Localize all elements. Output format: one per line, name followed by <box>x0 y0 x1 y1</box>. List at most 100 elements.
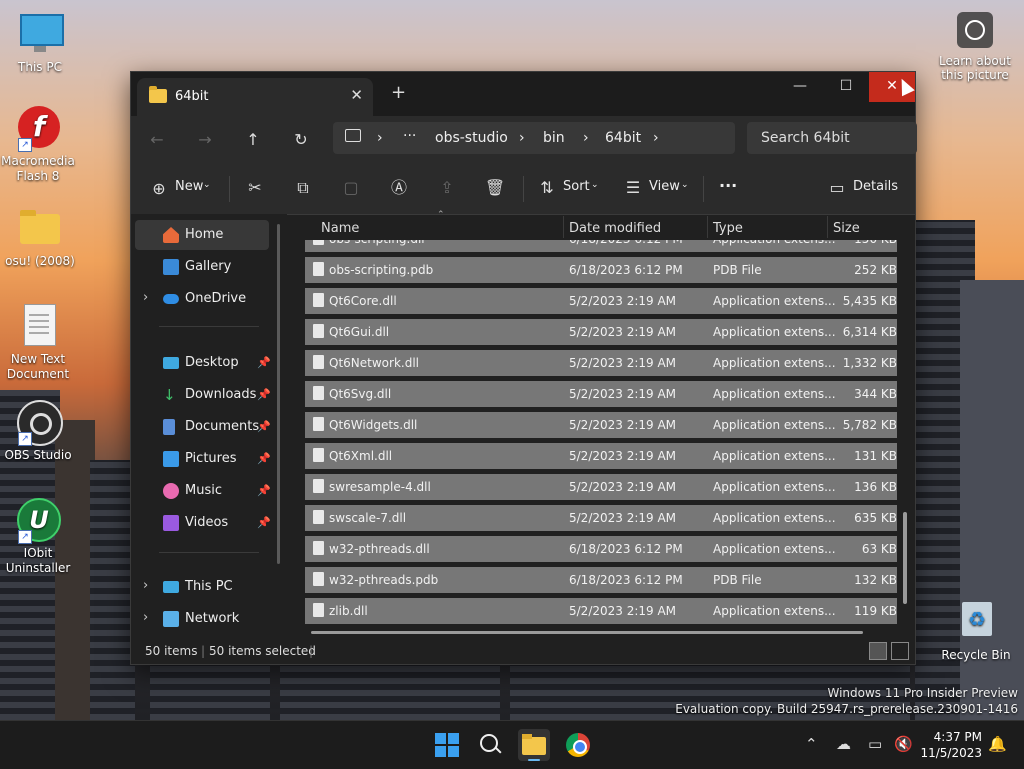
breadcrumb-more-button[interactable]: ··· <box>403 128 416 144</box>
divider <box>523 176 524 202</box>
desktop-icon-recycle-bin[interactable]: ♻ Recycle Bin <box>938 600 1014 663</box>
back-button[interactable]: ← <box>143 126 171 154</box>
file-row[interactable]: zlib.dll 5/2/2023 2:19 AM Application exte… <box>305 598 897 624</box>
recycle-bin-icon: ♻ <box>954 600 998 644</box>
clock[interactable]: 4:37 PM 11/5/2023 <box>920 729 982 761</box>
tab-close-button[interactable]: ✕ <box>350 86 363 104</box>
desktop-icon-iobit-uninstaller[interactable]: U ↗ IObit Uninstaller <box>0 498 76 576</box>
search-input[interactable]: Search 64bit <box>747 122 917 154</box>
desktop-icon-label: osu! (2008) <box>5 254 75 268</box>
file-row[interactable]: swscale-7.dll 5/2/2023 2:19 AM Application… <box>305 505 897 531</box>
desktop-icon-macromedia-flash[interactable]: f ↗ Macromedia Flash 8 <box>0 106 76 184</box>
onedrive-status-icon[interactable]: ☁ <box>836 735 851 753</box>
share-icon[interactable]: ⇪ <box>435 176 459 200</box>
start-button[interactable] <box>431 729 463 761</box>
tab-64bit[interactable]: 64bit ✕ <box>137 78 373 116</box>
chevron-right-icon[interactable]: › <box>143 578 148 593</box>
file-row[interactable]: obs-scripting.pdb 6/18/2023 6:12 PM PDB Fi… <box>305 257 897 283</box>
search-icon[interactable] <box>474 729 506 761</box>
breadcrumb-obs-studio[interactable]: obs-studio <box>435 130 508 146</box>
sort-button[interactable]: Sort <box>563 179 590 194</box>
maximize-button[interactable]: ☐ <box>823 72 869 102</box>
file-row[interactable]: Qt6Network.dll 5/2/2023 2:19 AM Applicatio… <box>305 350 897 376</box>
notification-bell-icon[interactable]: 🔔 <box>988 735 1007 753</box>
network-icon[interactable]: ▭ <box>868 735 882 753</box>
sidebar-item-documents[interactable]: Documents 📌 <box>135 412 271 442</box>
vertical-scrollbar[interactable] <box>903 512 907 604</box>
up-button[interactable]: ↑ <box>239 126 267 154</box>
show-hidden-icons-chevron-icon[interactable]: ⌃ <box>805 735 818 753</box>
horizontal-scrollbar[interactable] <box>311 631 863 634</box>
file-size: 63 KB <box>861 542 897 556</box>
file-row[interactable]: w32-pthreads.dll 6/18/2023 6:12 PM Applica… <box>305 536 897 562</box>
breadcrumb-separator: › <box>583 130 589 146</box>
sidebar-item-gallery[interactable]: Gallery <box>135 252 269 282</box>
file-row[interactable]: Qt6Core.dll 5/2/2023 2:19 AM Application e… <box>305 288 897 314</box>
file-icon <box>313 262 324 276</box>
rename-icon[interactable]: Ⓐ <box>387 176 411 200</box>
chevron-right-icon[interactable]: › <box>143 610 148 625</box>
new-button[interactable]: New <box>175 179 203 194</box>
file-size: 131 KB <box>854 449 897 463</box>
large-icons-view-icon[interactable] <box>891 642 909 660</box>
chevron-right-icon[interactable]: › <box>143 290 148 305</box>
column-name[interactable]: Name <box>321 221 359 236</box>
sidebar-item-pictures[interactable]: Pictures 📌 <box>135 444 271 474</box>
address-bar[interactable]: › ··· obs-studio › bin › 64bit › <box>333 122 735 154</box>
desktop-icon-new-text-document[interactable]: New Text Document <box>0 304 76 382</box>
paste-icon[interactable]: ▢ <box>339 176 363 200</box>
videos-icon <box>163 515 179 531</box>
file-row[interactable]: Qt6Xml.dll 5/2/2023 2:19 AM Application ex… <box>305 443 897 469</box>
sidebar-item-this-pc[interactable]: › This PC <box>135 572 269 602</box>
learn-about-picture[interactable]: Learn about this picture <box>938 12 1012 82</box>
desktop-icon-this-pc[interactable]: This PC <box>2 12 78 75</box>
forward-button[interactable]: → <box>191 126 219 154</box>
sidebar-item-desktop[interactable]: Desktop 📌 <box>135 348 271 378</box>
column-size[interactable]: Size <box>833 221 860 236</box>
desktop-icon-obs-studio[interactable]: ↗ OBS Studio <box>0 400 76 463</box>
sidebar-item-videos[interactable]: Videos 📌 <box>135 508 271 538</box>
column-type[interactable]: Type <box>713 221 743 236</box>
view-button[interactable]: View <box>649 179 680 194</box>
desktop-icon-osu[interactable]: osu! (2008) <box>2 206 78 269</box>
file-row[interactable]: obs-scripting.dll6/18/2023 6:12 PMApplic… <box>305 240 897 252</box>
sidebar-item-downloads[interactable]: ↓ Downloads 📌 <box>135 380 271 410</box>
sidebar-item-label: Documents <box>185 419 260 434</box>
file-row[interactable]: w32-pthreads.pdb 6/18/2023 6:12 PM PDB Fil… <box>305 567 897 593</box>
new-tab-button[interactable]: + <box>391 82 406 103</box>
see-more-button[interactable]: ··· <box>719 176 737 195</box>
file-row[interactable]: Qt6Svg.dll 5/2/2023 2:19 AM Application ex… <box>305 381 897 407</box>
file-icon <box>313 510 324 524</box>
volume-muted-icon[interactable]: 🔇 <box>894 735 913 753</box>
details-button[interactable]: Details <box>853 179 898 194</box>
column-date-modified[interactable]: Date modified <box>569 221 661 236</box>
file-row[interactable]: swresample-4.dll 5/2/2023 2:19 AM Applicat… <box>305 474 897 500</box>
sidebar-item-label: Home <box>185 227 224 242</box>
details-view-icon[interactable] <box>869 642 887 660</box>
delete-icon[interactable]: 🗑 <box>483 176 507 200</box>
sidebar-scrollbar[interactable] <box>277 224 280 564</box>
cut-icon[interactable]: ✂ <box>243 176 267 200</box>
copy-icon[interactable]: ⧉ <box>291 176 315 200</box>
desktop-icon-label: OBS Studio <box>4 448 72 462</box>
minimize-button[interactable]: — <box>777 72 823 102</box>
chrome-icon[interactable] <box>562 729 594 761</box>
file-icon <box>313 293 324 307</box>
sidebar-item-music[interactable]: Music 📌 <box>135 476 271 506</box>
file-row[interactable]: Qt6Gui.dll 5/2/2023 2:19 AM Application ex… <box>305 319 897 345</box>
breadcrumb-separator: › <box>653 130 659 146</box>
plus-circle-icon: ⊕ <box>152 179 166 198</box>
breadcrumb-bin[interactable]: bin <box>543 130 565 146</box>
file-explorer-taskbar-icon[interactable] <box>518 729 550 761</box>
file-date: 5/2/2023 2:19 AM <box>569 511 677 525</box>
sidebar-item-home[interactable]: Home <box>135 220 269 250</box>
file-date: 5/2/2023 2:19 AM <box>569 480 677 494</box>
breadcrumb-64bit[interactable]: 64bit <box>605 130 641 146</box>
file-row[interactable]: Qt6Widgets.dll 5/2/2023 2:19 AM Applicatio… <box>305 412 897 438</box>
item-count: 50 items <box>145 644 198 658</box>
refresh-button[interactable]: ↻ <box>287 126 315 154</box>
taskbar: ⌃ ☁ ▭ 🔇 4:37 PM 11/5/2023 🔔 <box>0 720 1024 769</box>
sidebar-item-onedrive[interactable]: › OneDrive <box>135 284 269 314</box>
file-name: swresample-4.dll <box>329 480 431 494</box>
sidebar-item-network[interactable]: › Network <box>135 604 269 634</box>
